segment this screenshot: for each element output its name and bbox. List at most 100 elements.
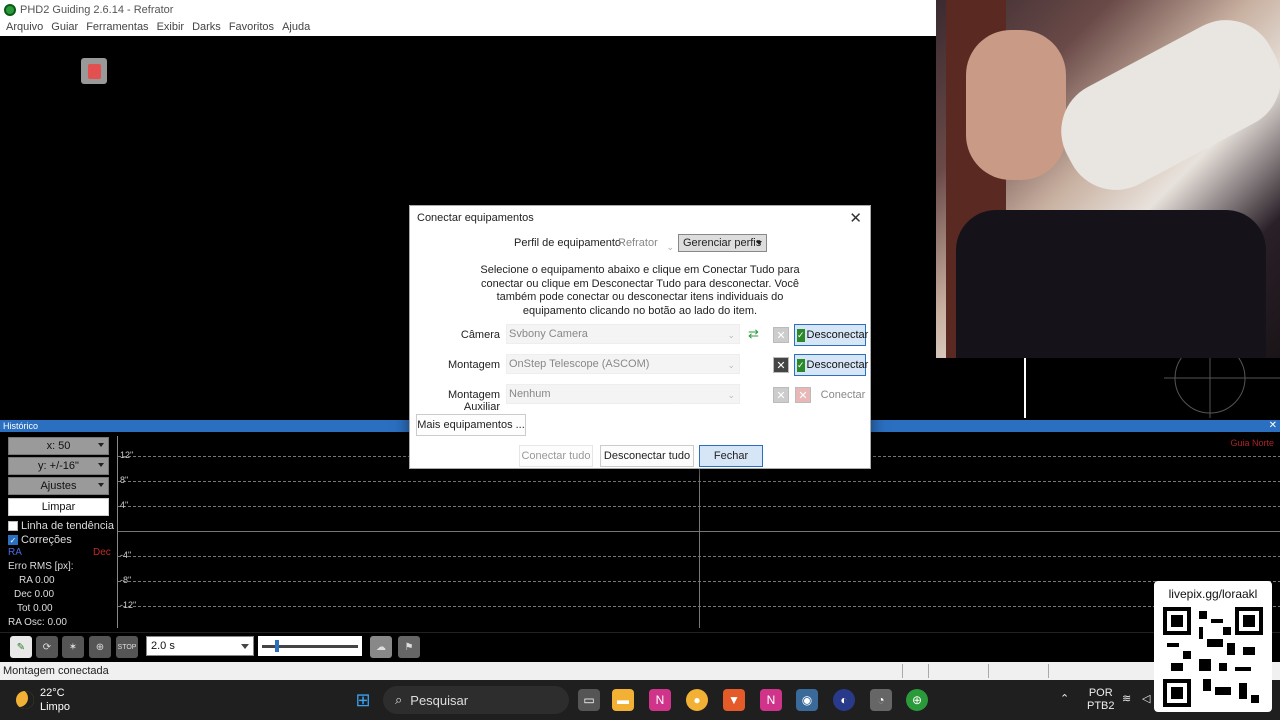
gamma-slider[interactable]: [258, 636, 362, 656]
brain-icon[interactable]: ☁: [370, 636, 392, 658]
bookmark-icon[interactable]: [81, 58, 107, 84]
stellarium-icon[interactable]: ◐: [833, 689, 855, 711]
livepix-qr: livepix.gg/loraakl: [1154, 581, 1272, 712]
menu-exibir[interactable]: Exibir: [153, 20, 189, 36]
file-explorer-icon[interactable]: ▬: [612, 689, 634, 711]
camera-label: Câmera: [460, 329, 500, 341]
clear-button[interactable]: Limpar: [8, 498, 109, 516]
mount-select[interactable]: OnStep Telescope (ASCOM) ⌄: [506, 354, 740, 374]
disconnect-all-button[interactable]: Desconectar tudo: [600, 445, 694, 467]
aux-mount-select[interactable]: Nenhum ⌄: [506, 384, 740, 404]
rms-tot: Tot 0.00: [17, 603, 53, 614]
camera-disconnect-button[interactable]: ✓ Desconectar: [794, 324, 869, 346]
phd2-taskbar-icon[interactable]: ⊕: [906, 689, 928, 711]
weather-widget[interactable]: 22°C Limpo: [16, 686, 70, 714]
trend-line-label: Linha de tendência: [21, 520, 114, 532]
wifi-icon[interactable]: ≋: [1122, 692, 1131, 705]
mount-disconnect-button[interactable]: ✓ Desconectar: [794, 354, 868, 376]
menu-guiar[interactable]: Guiar: [47, 20, 82, 36]
y-tick: -4": [120, 550, 132, 560]
y-tick: 4": [120, 500, 129, 510]
menu-ferramentas[interactable]: Ferramentas: [82, 20, 152, 36]
more-equipment-button[interactable]: Mais equipamentos ...: [416, 414, 526, 436]
y-scale-label: y: +/-16": [38, 460, 79, 472]
check-icon[interactable]: ✓: [8, 535, 18, 545]
corrections-checkbox[interactable]: ✓ Correções: [8, 534, 72, 546]
camera-select[interactable]: Svbony Camera ⌄: [506, 324, 740, 344]
onenote-icon[interactable]: N: [649, 689, 671, 711]
search-icon: ⌕: [395, 692, 403, 707]
manage-profiles-button[interactable]: Gerenciar perfis: [678, 234, 767, 252]
aux-mount-value: Nenhum: [509, 388, 551, 400]
phd2-logo-icon: [4, 4, 16, 16]
loop-icon[interactable]: ✎: [10, 636, 32, 658]
camera-disconnect-label: Desconectar: [806, 329, 869, 341]
manual-guide-icon[interactable]: ⚑: [398, 636, 420, 658]
target-view: [1024, 358, 1280, 418]
language-indicator[interactable]: POR PTB2: [1087, 687, 1115, 713]
menu-ajuda[interactable]: Ajuda: [278, 20, 314, 36]
refresh-cameras-icon[interactable]: ⇄: [748, 326, 759, 342]
search-label: Pesquisar: [410, 692, 469, 708]
trend-line-checkbox[interactable]: Linha de tendência: [8, 520, 114, 532]
app-icon[interactable]: N: [760, 689, 782, 711]
webcam-overlay: [936, 0, 1280, 358]
task-view-icon[interactable]: ▭: [578, 689, 600, 711]
rms-ra: RA 0.00: [19, 575, 55, 586]
chevron-down-icon: ⌄: [727, 330, 735, 340]
y-tick: 12": [120, 450, 134, 460]
close-icon[interactable]: ✕: [1269, 420, 1277, 432]
auto-select-star-icon[interactable]: ✶: [62, 636, 84, 658]
corrections-label: Correções: [21, 534, 72, 546]
menu-favoritos[interactable]: Favoritos: [225, 20, 278, 36]
aux-mount-connect-button[interactable]: Conectar: [814, 384, 870, 406]
livepix-url: livepix.gg/loraakl: [1168, 587, 1258, 601]
settings-dropdown[interactable]: Ajustes: [8, 477, 109, 495]
refresh-icon[interactable]: ⟳: [36, 636, 58, 658]
connect-all-button[interactable]: Conectar tudo: [519, 445, 593, 467]
brave-icon[interactable]: ▼: [723, 689, 745, 711]
close-button[interactable]: Fechar: [699, 445, 763, 467]
y-tick: -8": [120, 575, 132, 585]
mount-settings-icon[interactable]: ✕: [773, 357, 789, 373]
menu-darks[interactable]: Darks: [188, 20, 225, 36]
mount-value: OnStep Telescope (ASCOM): [509, 358, 650, 370]
menu-arquivo[interactable]: Arquivo: [2, 20, 47, 36]
connected-icon: ✓: [797, 358, 805, 372]
language-code: POR: [1088, 687, 1113, 699]
menu-bar: Arquivo Guiar Ferramentas Exibir Darks F…: [0, 20, 936, 36]
exposure-select[interactable]: 2.0 s: [146, 636, 254, 656]
qr-code-icon: [1163, 607, 1263, 707]
guide-note: Guia Norte: [1230, 438, 1274, 448]
moon-icon: [16, 691, 34, 709]
checkbox-box[interactable]: [8, 521, 18, 531]
x-scale-dropdown[interactable]: x: 50: [8, 437, 109, 455]
aux-mount-label: Montagem Auxiliar: [448, 389, 500, 413]
y-scale-dropdown[interactable]: y: +/-16": [8, 457, 109, 475]
ascom-icon[interactable]: ◔: [870, 689, 892, 711]
dec-legend: Dec: [93, 547, 111, 558]
chrome-icon[interactable]: ●: [686, 689, 708, 711]
profile-select[interactable]: Refrator ⌄: [618, 234, 676, 252]
stop-icon[interactable]: STOP: [116, 636, 138, 658]
guide-target-icon[interactable]: ⊕: [89, 636, 111, 658]
exposure-value: 2.0 s: [151, 640, 175, 652]
aux-mount-settings-icon[interactable]: ✕: [773, 387, 789, 403]
profile-label: Perfil de equipamento: [514, 237, 622, 249]
profile-value: Refrator: [618, 237, 658, 249]
taskbar-search[interactable]: ⌕ Pesquisar: [383, 686, 569, 714]
windows-start-icon[interactable]: ⊞: [352, 689, 374, 711]
dialog-title: Conectar equipamentos: [417, 212, 534, 224]
y-tick: 8": [120, 475, 129, 485]
close-icon[interactable]: ✕: [849, 209, 862, 227]
chevron-up-icon[interactable]: ⌃: [1060, 692, 1069, 705]
camera-app-icon[interactable]: ◉: [796, 689, 818, 711]
camera-value: Svbony Camera: [509, 328, 588, 340]
ra-legend: RA: [8, 547, 22, 558]
window-title: PHD2 Guiding 2.6.14 - Refrator: [20, 4, 174, 16]
title-bar: PHD2 Guiding 2.6.14 - Refrator: [0, 0, 936, 20]
status-bar: Montagem conectada: [0, 662, 1280, 680]
volume-icon[interactable]: ◁: [1142, 692, 1150, 705]
camera-settings-icon[interactable]: ✕: [773, 327, 789, 343]
chevron-down-icon: ⌄: [727, 390, 735, 400]
